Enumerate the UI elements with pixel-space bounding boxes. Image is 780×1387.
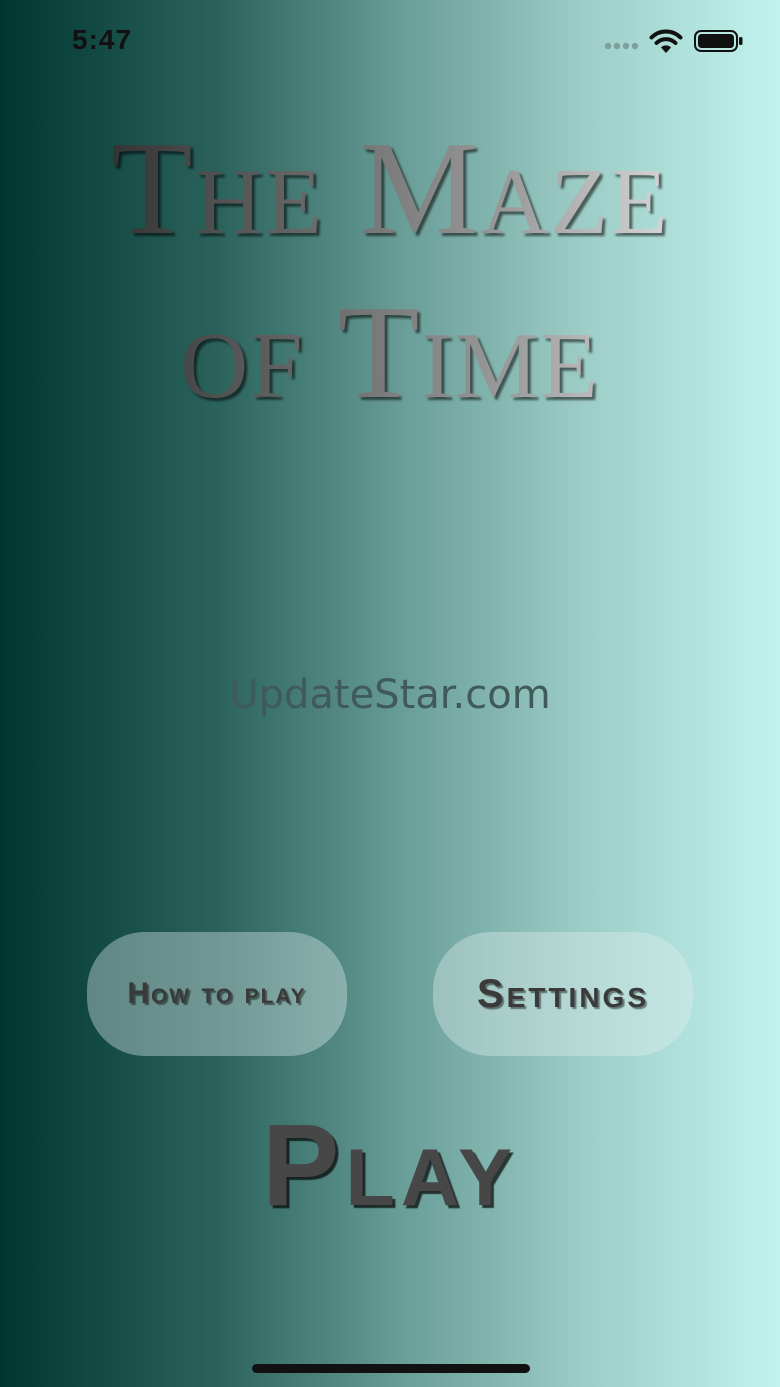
status-time: 5:47: [72, 24, 133, 55]
status-bar: 5:47: [0, 0, 780, 84]
title-line-2: of Time: [0, 282, 780, 422]
play-button[interactable]: Play: [0, 1100, 780, 1230]
cellular-signal-icon: [604, 42, 639, 50]
title-line-1: The Maze: [0, 118, 780, 258]
battery-icon: [694, 30, 743, 52]
how-to-play-label: How to play: [127, 977, 307, 1010]
how-to-play-button[interactable]: How to play: [87, 932, 347, 1056]
settings-button[interactable]: Settings: [433, 932, 693, 1056]
wifi-icon: [649, 29, 683, 53]
watermark-text: UpdateStar.com: [229, 672, 551, 718]
settings-label: Settings: [476, 971, 650, 1016]
home-indicator[interactable]: [252, 1364, 530, 1373]
